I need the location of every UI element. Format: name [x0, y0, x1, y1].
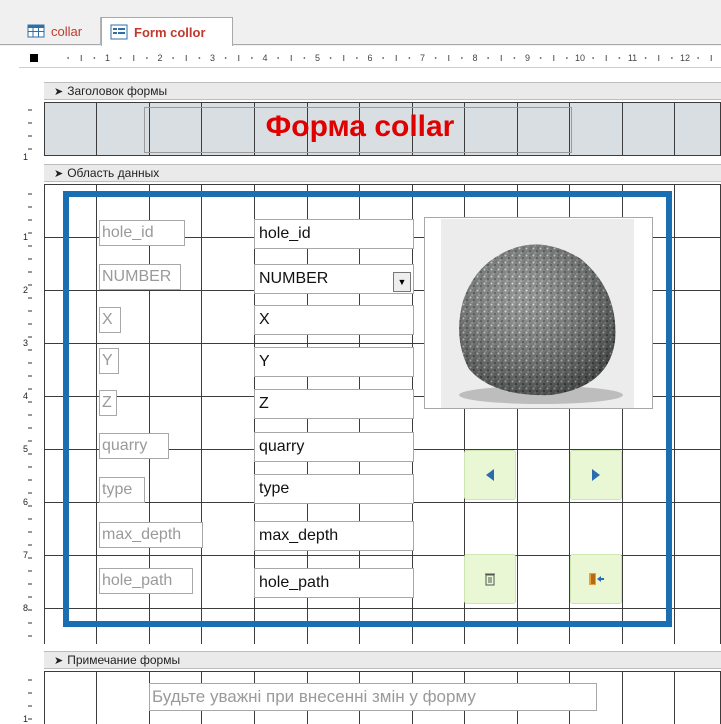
field-z[interactable]: Z [254, 389, 414, 419]
field-hole-id[interactable]: hole_id [254, 219, 414, 249]
section-bar-footer[interactable]: ➤ Примечание формы [44, 651, 721, 669]
field-hole-path[interactable]: hole_path [254, 568, 414, 598]
rock-image[interactable] [441, 219, 634, 408]
ruler-mark: 2 [23, 285, 28, 295]
field-x[interactable]: X [254, 305, 414, 335]
previous-record-icon [486, 469, 494, 481]
access-form-designer: collar Form collor 1 2 3 4 5 6 7 8 9 10 11 12 11234… [0, 0, 721, 724]
label-hole-id[interactable]: hole_id [99, 220, 185, 246]
ruler-mark: 7 [23, 550, 28, 560]
section-label: Примечание формы [67, 653, 181, 667]
close-form-button[interactable] [570, 554, 622, 604]
ruler-mark: 11 [628, 53, 637, 63]
tab-label: collar [51, 23, 83, 39]
ruler-mark: 1 [23, 714, 28, 724]
ruler-mark: 1 [23, 232, 28, 242]
next-record-icon [592, 469, 600, 481]
exit-icon [589, 573, 604, 585]
field-type[interactable]: type [254, 474, 414, 504]
tab-form-collor[interactable]: Form collor [101, 17, 233, 46]
horizontal-ruler: 1 2 3 4 5 6 7 8 9 10 11 12 [19, 48, 721, 68]
label-x[interactable]: X [99, 307, 121, 333]
label-y[interactable]: Y [99, 348, 119, 374]
field-max-depth[interactable]: max_depth [254, 521, 414, 551]
ruler-mark: 8 [472, 53, 477, 63]
dropdown-arrow-icon[interactable]: ▼ [393, 272, 411, 292]
ruler-mark: 10 [575, 53, 585, 63]
footer-note-label[interactable]: Будьте уважні при внесенні змін у форму [149, 683, 597, 711]
ruler-mark: 1 [105, 53, 110, 63]
next-record-button[interactable] [570, 450, 622, 500]
section-label: Заголовок формы [67, 84, 168, 98]
ruler-mark: 4 [23, 391, 28, 401]
label-hole-path[interactable]: hole_path [99, 568, 193, 594]
ruler-mark: 1 [23, 152, 28, 162]
label-max-depth[interactable]: max_depth [99, 522, 203, 548]
label-quarry[interactable]: quarry [99, 433, 169, 459]
section-bar-header[interactable]: ➤ Заголовок формы [44, 82, 721, 100]
section-arrow-icon: ➤ [54, 654, 64, 667]
ruler-mark: 3 [23, 338, 28, 348]
ruler-mark: 5 [23, 444, 28, 454]
section-arrow-icon: ➤ [54, 167, 64, 180]
ruler-mark: 12 [680, 53, 690, 63]
ruler-mark: 9 [525, 53, 530, 63]
ruler-mark: 6 [367, 53, 372, 63]
form-icon [110, 24, 128, 40]
form-selector[interactable] [30, 54, 38, 62]
delete-record-icon [485, 573, 495, 586]
section-bar-detail[interactable]: ➤ Область данных [44, 164, 721, 182]
ruler-mark: 8 [23, 603, 28, 613]
vertical-ruler: 1 1 2 3 4 5 6 7 8 1 [19, 76, 41, 724]
section-label: Область данных [67, 166, 160, 180]
label-type[interactable]: type [99, 477, 145, 503]
table-icon [27, 23, 45, 39]
tab-label: Form collor [134, 24, 206, 40]
label-number[interactable]: NUMBER [99, 264, 181, 290]
delete-record-button[interactable] [464, 554, 516, 604]
field-quarry[interactable]: quarry [254, 432, 414, 462]
previous-record-button[interactable] [464, 450, 516, 500]
tab-collar[interactable]: collar [19, 17, 101, 45]
field-number-combobox[interactable]: NUMBER [254, 264, 414, 294]
form-title[interactable]: Форма collar [180, 110, 540, 144]
section-arrow-icon: ➤ [54, 85, 64, 98]
ruler-mark: 3 [210, 53, 215, 63]
ruler-mark: 2 [157, 53, 162, 63]
ruler-mark: 5 [315, 53, 320, 63]
label-z[interactable]: Z [99, 390, 117, 416]
field-y[interactable]: Y [254, 347, 414, 377]
ruler-mark: 6 [23, 497, 28, 507]
ruler-mark: 7 [420, 53, 425, 63]
ruler-mark: 4 [262, 53, 267, 63]
